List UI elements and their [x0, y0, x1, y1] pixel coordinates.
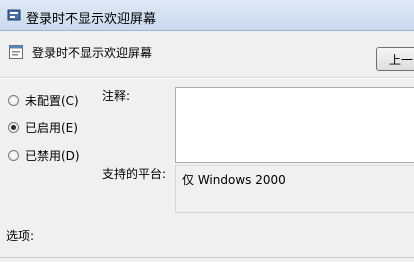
options-label: 选项: — [6, 229, 35, 243]
policy-icon — [7, 9, 21, 21]
options-divider — [0, 257, 414, 258]
radio-not-configured-label: 未配置(C) — [25, 93, 79, 108]
radio-disabled-button[interactable] — [8, 149, 19, 161]
window-title: 登录时不显示欢迎屏幕 — [26, 12, 157, 27]
radio-enabled-button[interactable] — [8, 121, 19, 133]
title-bar: 登录时不显示欢迎屏幕 — [0, 0, 414, 31]
supported-on-label: 支持的平台: — [102, 167, 167, 181]
radio-enabled-label: 已启用(E) — [25, 120, 78, 135]
comment-textarea[interactable] — [175, 87, 414, 163]
policy-setting-dialog: 登录时不显示欢迎屏幕 上一 未配置(C) 已启用(E) 已禁用(D) 注释: 支… — [0, 31, 414, 262]
comment-label: 注释: — [102, 89, 131, 103]
previous-setting-button[interactable]: 上一 — [376, 47, 414, 71]
radio-disabled-label: 已禁用(D) — [25, 148, 80, 163]
radio-not-configured-button[interactable] — [8, 94, 19, 106]
setting-title: 登录时不显示欢迎屏幕 — [32, 46, 153, 60]
radio-disabled[interactable]: 已禁用(D) — [8, 146, 80, 164]
policy-settings-icon — [9, 45, 23, 59]
header-divider — [0, 77, 414, 79]
radio-not-configured[interactable]: 未配置(C) — [8, 91, 79, 109]
supported-on-field: 仅 Windows 2000 — [175, 165, 414, 213]
supported-on-value: 仅 Windows 2000 — [182, 173, 286, 187]
radio-enabled[interactable]: 已启用(E) — [8, 118, 78, 136]
